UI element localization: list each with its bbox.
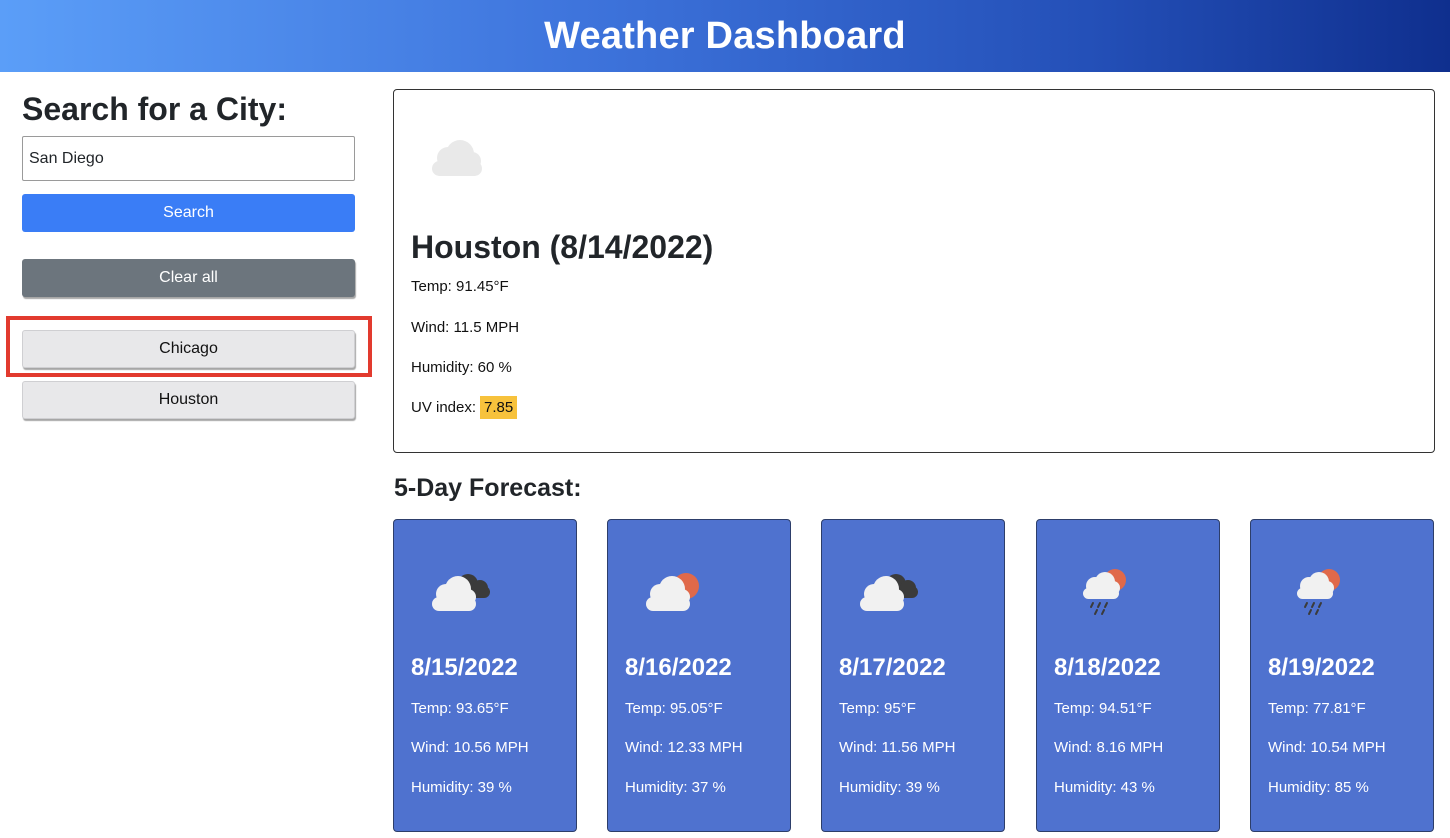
uv-index-badge: 7.85 — [480, 396, 518, 419]
current-city-title: Houston (8/14/2022) — [411, 229, 714, 265]
broken-clouds-icon — [424, 560, 496, 618]
page-title: Weather Dashboard — [544, 14, 906, 57]
clear-all-button[interactable]: Clear all — [22, 259, 355, 297]
search-button[interactable]: Search — [22, 194, 355, 232]
forecast-date: 8/19/2022 — [1268, 654, 1375, 681]
forecast-humidity: Humidity: 85 % — [1268, 779, 1369, 796]
forecast-wind: Wind: 10.54 MPH — [1268, 739, 1386, 756]
forecast-card: 8/15/2022 Temp: 93.65°F Wind: 10.56 MPH … — [393, 519, 577, 832]
forecast-humidity: Humidity: 39 % — [839, 779, 940, 796]
forecast-humidity: Humidity: 37 % — [625, 779, 726, 796]
forecast-wind: Wind: 10.56 MPH — [411, 739, 529, 756]
forecast-cards: 8/15/2022 Temp: 93.65°F Wind: 10.56 MPH … — [393, 519, 1435, 832]
rain-icon — [1281, 560, 1353, 618]
current-weather-card: Houston (8/14/2022) Temp: 91.45°F Wind: … — [393, 89, 1435, 453]
current-humidity: Humidity: 60 % — [411, 359, 512, 376]
search-sidebar: Search for a City: Search Clear all Chic… — [22, 90, 355, 419]
few-clouds-icon — [638, 560, 710, 618]
forecast-date: 8/15/2022 — [411, 654, 518, 681]
forecast-heading: 5-Day Forecast: — [394, 474, 582, 502]
uv-label: UV index: — [411, 399, 477, 416]
header-bar: Weather Dashboard — [0, 0, 1450, 72]
rain-icon — [1067, 560, 1139, 618]
forecast-card: 8/19/2022 Temp: 77.81°F Wind: 10.54 MPH … — [1250, 519, 1434, 832]
forecast-temp: Temp: 93.65°F — [411, 700, 509, 717]
history-city-houston-button[interactable]: Houston — [22, 381, 355, 419]
forecast-temp: Temp: 77.81°F — [1268, 700, 1366, 717]
forecast-wind: Wind: 12.33 MPH — [625, 739, 743, 756]
cloud-icon — [422, 130, 492, 180]
forecast-temp: Temp: 94.51°F — [1054, 700, 1152, 717]
current-wind: Wind: 11.5 MPH — [411, 319, 520, 336]
forecast-wind: Wind: 11.56 MPH — [839, 739, 956, 756]
forecast-temp: Temp: 95.05°F — [625, 700, 723, 717]
search-heading: Search for a City: — [22, 91, 287, 127]
forecast-card: 8/18/2022 Temp: 94.51°F Wind: 8.16 MPH H… — [1036, 519, 1220, 832]
forecast-humidity: Humidity: 39 % — [411, 779, 512, 796]
search-history-list: Chicago Houston — [22, 330, 355, 419]
forecast-date: 8/17/2022 — [839, 654, 946, 681]
broken-clouds-icon — [852, 560, 924, 618]
history-city-chicago-button[interactable]: Chicago — [22, 330, 355, 368]
forecast-card: 8/17/2022 Temp: 95°F Wind: 11.56 MPH Hum… — [821, 519, 1005, 832]
forecast-date: 8/16/2022 — [625, 654, 732, 681]
forecast-wind: Wind: 8.16 MPH — [1054, 739, 1164, 756]
forecast-humidity: Humidity: 43 % — [1054, 779, 1155, 796]
current-uv: UV index: 7.85 — [411, 396, 518, 419]
forecast-date: 8/18/2022 — [1054, 654, 1161, 681]
forecast-temp: Temp: 95°F — [839, 700, 916, 717]
city-search-input[interactable] — [22, 136, 355, 181]
current-temp: Temp: 91.45°F — [411, 278, 509, 295]
forecast-card: 8/16/2022 Temp: 95.05°F Wind: 12.33 MPH … — [607, 519, 791, 832]
